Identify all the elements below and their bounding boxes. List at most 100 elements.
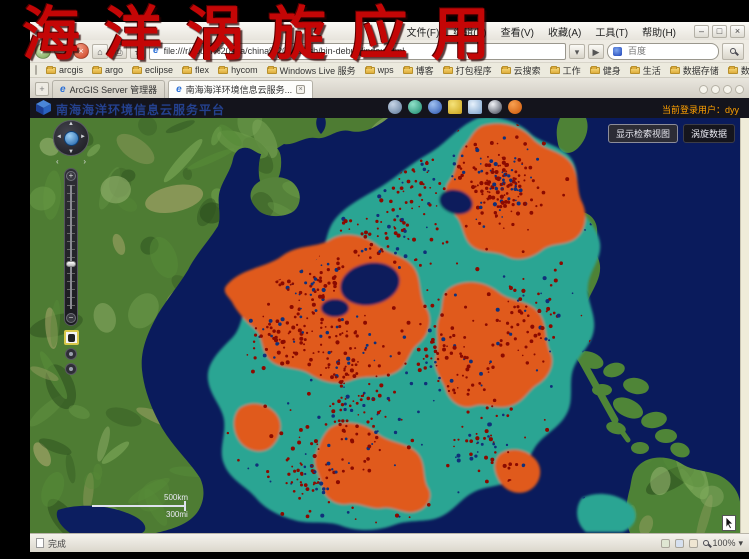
- address-input[interactable]: [162, 45, 562, 57]
- bookmark-item[interactable]: hycom: [218, 64, 258, 77]
- address-dropdown-icon[interactable]: ▾: [569, 44, 585, 59]
- tab-icon: e: [176, 85, 182, 95]
- search-input[interactable]: [626, 45, 713, 57]
- tab-label: 南海海洋环境信息云服务...: [186, 83, 293, 96]
- pan-north-icon[interactable]: ▲: [68, 121, 74, 127]
- bookmark-item[interactable]: 云搜索: [501, 64, 541, 77]
- security-zone-icon: [661, 539, 670, 548]
- hand-tool-icon: [68, 334, 75, 342]
- cursor-arrow-icon: [724, 517, 734, 529]
- folder-icon: [728, 67, 738, 74]
- folder-icon: [670, 67, 680, 74]
- status-misc-icon: [689, 539, 698, 548]
- pan-south-icon[interactable]: ▼: [68, 149, 74, 155]
- favorites-icon[interactable]: ★: [130, 44, 146, 59]
- back-icon[interactable]: ←: [35, 43, 51, 59]
- stop-icon[interactable]: ×: [73, 43, 89, 59]
- app-header: 南海海洋环境信息云服务平台 当前登录用户：dyy: [30, 98, 749, 118]
- restore-button[interactable]: □: [712, 25, 727, 38]
- new-tab-button[interactable]: +: [35, 82, 49, 96]
- sphere-blue-icon[interactable]: [428, 100, 442, 114]
- menu-item[interactable]: 文件(F): [405, 24, 442, 39]
- note-yellow-icon[interactable]: [448, 100, 462, 114]
- zoom-control[interactable]: 100% ▾: [703, 538, 743, 549]
- app-logo-cube-icon: [36, 100, 51, 115]
- quick-button-icon[interactable]: [711, 85, 720, 94]
- rotate-control[interactable]: ‹ ›: [56, 158, 86, 166]
- bookmark-label: 数据存储: [683, 64, 719, 77]
- cursor-button[interactable]: [722, 515, 736, 531]
- quick-button-icon[interactable]: [723, 85, 732, 94]
- pan-east-icon[interactable]: ►: [80, 134, 86, 140]
- close-button[interactable]: ×: [730, 25, 745, 38]
- selected-tool-button[interactable]: [64, 330, 79, 345]
- menu-item[interactable]: 编辑(E): [451, 24, 488, 39]
- zoom-out-button[interactable]: −: [66, 313, 76, 323]
- print-icon[interactable]: ⎙: [111, 44, 127, 59]
- tool-button[interactable]: [65, 348, 77, 360]
- search-box[interactable]: [607, 43, 719, 60]
- forward-icon[interactable]: →: [54, 43, 70, 59]
- eddy-data-button[interactable]: 涡旋数据: [683, 124, 735, 143]
- go-button[interactable]: ▶: [588, 44, 604, 59]
- menu-item[interactable]: 查看(V): [499, 24, 536, 39]
- bookmark-label: 生活: [643, 64, 661, 77]
- folder-icon: [365, 67, 375, 74]
- folder-icon: [501, 67, 511, 74]
- tab-close-icon[interactable]: ×: [296, 85, 305, 94]
- bookmark-item[interactable]: 生活: [630, 64, 661, 77]
- pan-compass[interactable]: ▲ ▼ ◄ ►: [53, 120, 89, 156]
- bookmark-item[interactable]: 博客: [403, 64, 434, 77]
- retrieval-view-button[interactable]: 显示检索视图: [608, 124, 678, 143]
- bookmark-item[interactable]: 健身: [590, 64, 621, 77]
- map-canvas[interactable]: [30, 118, 740, 533]
- zoom-dropdown-icon[interactable]: ▾: [738, 538, 743, 549]
- status-text: 完成: [48, 537, 66, 550]
- tool-button[interactable]: [65, 363, 77, 375]
- bookmark-item[interactable]: wps: [365, 64, 394, 77]
- bookmark-item[interactable]: arcgis: [46, 64, 83, 77]
- quick-button-icon[interactable]: [699, 85, 708, 94]
- menu-item[interactable]: 收藏(A): [546, 24, 583, 39]
- globe-center-icon[interactable]: [64, 131, 79, 146]
- earth-teal-icon[interactable]: [408, 100, 422, 114]
- rotate-left-icon[interactable]: ‹: [56, 158, 59, 166]
- minimize-button[interactable]: –: [694, 25, 709, 38]
- map-area[interactable]: 显示检索视图 涡旋数据 ▲ ▼ ◄ ► ‹ › +: [30, 118, 749, 533]
- bookmark-item[interactable]: 数据存储: [670, 64, 719, 77]
- map-button-group: 显示检索视图 涡旋数据: [608, 124, 735, 143]
- zoom-in-button[interactable]: +: [66, 171, 76, 181]
- address-bar[interactable]: e: [149, 43, 566, 60]
- vertical-scrollbar[interactable]: [740, 118, 749, 533]
- bookmark-item[interactable]: flex: [182, 64, 209, 77]
- bookmark-item[interactable]: argo: [92, 64, 123, 77]
- zoom-track[interactable]: [70, 185, 72, 309]
- zoom-handle[interactable]: [66, 261, 76, 267]
- bookmark-label: 博客: [416, 64, 434, 77]
- login-user-text: 当前登录用户：dyy: [662, 103, 739, 116]
- bookmark-item[interactable]: 打包程序: [443, 64, 492, 77]
- zoom-slider[interactable]: + −: [64, 168, 78, 326]
- rotate-right-icon[interactable]: ›: [83, 158, 86, 166]
- folder-icon: [92, 67, 102, 74]
- home-icon[interactable]: ⌂: [92, 44, 108, 59]
- bookmark-item[interactable]: eclipse: [132, 64, 173, 77]
- tab-cloud-platform[interactable]: e 南海海洋环境信息云服务... ×: [168, 80, 313, 98]
- pan-west-icon[interactable]: ◄: [56, 134, 62, 140]
- search-button[interactable]: [722, 43, 744, 60]
- globe-grey-icon[interactable]: [388, 100, 402, 114]
- user-orange-icon[interactable]: [508, 100, 522, 114]
- favorites-bar-icon[interactable]: [35, 65, 37, 75]
- bookmark-item[interactable]: 数据下载: [728, 64, 749, 77]
- window-grid-icon[interactable]: [468, 100, 482, 114]
- bookmark-item[interactable]: Windows Live 服务: [267, 64, 356, 77]
- quick-button-icon[interactable]: [735, 85, 744, 94]
- bookmarks-bar: arcgis argo eclipse flex hycom Windows Live 服…: [30, 62, 749, 78]
- bookmark-item[interactable]: 工作: [550, 64, 581, 77]
- menu-item[interactable]: 帮助(H): [640, 24, 678, 39]
- tab-label: ArcGIS Server 管理器: [70, 83, 158, 96]
- folder-icon: [218, 67, 228, 74]
- menu-item[interactable]: 工具(T): [593, 24, 630, 39]
- tab-arcgis-server[interactable]: e ArcGIS Server 管理器: [52, 80, 165, 98]
- clock-icon[interactable]: [488, 100, 502, 114]
